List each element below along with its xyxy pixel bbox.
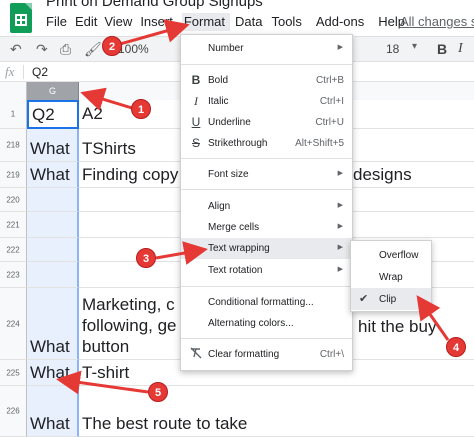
annotation-badge-1: 1: [131, 99, 151, 119]
menu-item-strikethrough[interactable]: S Strikethrough Alt+Shift+5: [181, 133, 352, 154]
submenu-item-clip[interactable]: ✔ Clip: [351, 288, 431, 310]
menu-item-alternating-colors[interactable]: Alternating colors...: [181, 313, 352, 334]
underline-icon: U: [191, 115, 201, 129]
menu-item-number[interactable]: Number ▶: [181, 38, 352, 59]
cell-overflow-text: designs: [353, 165, 412, 184]
menu-item-underline[interactable]: U Underline Ctrl+U: [181, 112, 352, 133]
annotation-badge-3: 3: [136, 248, 156, 268]
table-cell[interactable]: [27, 262, 79, 288]
row-header[interactable]: 218: [0, 129, 27, 162]
menu-view[interactable]: View: [104, 13, 140, 31]
row-header[interactable]: 225: [0, 360, 27, 386]
row-header[interactable]: 219: [0, 162, 27, 188]
title-bar: Print on Demand Group Signups File Edit …: [0, 0, 474, 36]
menu-divider: [181, 158, 352, 159]
print-icon[interactable]: ⎙: [60, 40, 71, 58]
menu-tools[interactable]: Tools: [271, 13, 315, 31]
table-cell[interactable]: [27, 188, 79, 212]
fx-icon: fx: [5, 64, 15, 79]
table-cell[interactable]: The best route to take: [79, 386, 474, 437]
menu-insert[interactable]: Insert: [140, 13, 182, 31]
annotation-badge-5: 5: [148, 382, 168, 402]
select-all-corner[interactable]: [0, 82, 27, 100]
menu-format[interactable]: Format: [181, 13, 230, 31]
check-icon: ✔: [359, 293, 369, 305]
font-size-select[interactable]: 18: [386, 42, 399, 56]
menu-bar: File Edit View Insert Format Data Tools …: [44, 13, 405, 31]
menu-divider: [181, 338, 352, 339]
font-size-caret-icon[interactable]: ▾: [412, 41, 417, 52]
menu-data[interactable]: Data: [230, 13, 271, 31]
redo-icon[interactable]: ↷: [36, 40, 48, 58]
menu-divider: [181, 189, 352, 190]
submenu-arrow-icon: ▶: [337, 266, 343, 273]
menu-item-text-wrapping[interactable]: Text wrapping ▶: [181, 238, 352, 259]
table-cell[interactable]: [27, 238, 79, 262]
annotation-badge-2: 2: [102, 36, 122, 56]
submenu-arrow-icon: ▶: [337, 223, 343, 230]
wrapped-cell-text: Marketing, c following, ge button: [82, 295, 177, 356]
table-cell[interactable]: What: [27, 386, 79, 437]
submenu-item-overflow[interactable]: Overflow: [351, 244, 431, 266]
table-cell[interactable]: [27, 212, 79, 238]
row-header[interactable]: 223: [0, 262, 27, 288]
cell-overflow-text: hit the buy: [358, 317, 437, 336]
italic-icon: I: [194, 94, 198, 108]
row-header[interactable]: 220: [0, 188, 27, 212]
table-cell[interactable]: What: [27, 360, 79, 386]
submenu-arrow-icon: ▶: [337, 170, 343, 177]
clear-formatting-icon: [189, 347, 203, 362]
paint-format-icon[interactable]: 🖌: [84, 40, 102, 58]
bold-icon: B: [191, 73, 201, 87]
selected-cell[interactable]: Q2: [27, 100, 79, 129]
row-header[interactable]: 1: [0, 100, 27, 129]
table-cell[interactable]: What: [27, 129, 79, 162]
menu-item-font-size[interactable]: Font size ▶: [181, 164, 352, 185]
zoom-select[interactable]: 100%: [118, 42, 149, 56]
annotation-badge-4: 4: [446, 337, 466, 357]
strikethrough-icon: S: [191, 136, 200, 150]
submenu-arrow-icon: ▶: [337, 244, 343, 251]
menu-divider: [181, 64, 352, 65]
italic-button[interactable]: I: [458, 41, 463, 57]
document-title[interactable]: Print on Demand Group Signups: [46, 0, 263, 10]
undo-icon[interactable]: ↶: [10, 40, 22, 58]
formula-divider: [23, 65, 24, 79]
menu-edit[interactable]: Edit: [75, 13, 104, 31]
menu-item-clear-formatting[interactable]: Clear formatting Ctrl+\: [181, 344, 352, 365]
sheets-logo-icon[interactable]: [10, 3, 32, 33]
text-wrapping-submenu: Overflow Wrap ✔ Clip: [350, 240, 432, 312]
format-menu: Number ▶ B Bold Ctrl+B I Italic Ctrl+I U…: [180, 34, 353, 371]
menu-item-bold[interactable]: B Bold Ctrl+B: [181, 70, 352, 91]
menu-item-text-rotation[interactable]: Text rotation ▶: [181, 260, 352, 281]
table-cell[interactable]: What: [27, 162, 79, 188]
menu-divider: [181, 286, 352, 287]
submenu-item-wrap[interactable]: Wrap: [351, 266, 431, 288]
column-header-g[interactable]: G: [27, 82, 79, 100]
row-header[interactable]: 226: [0, 386, 27, 437]
row-header[interactable]: 221: [0, 212, 27, 238]
menu-item-align[interactable]: Align ▶: [181, 196, 352, 217]
menu-item-italic[interactable]: I Italic Ctrl+I: [181, 91, 352, 112]
menu-file[interactable]: File: [44, 13, 75, 31]
submenu-arrow-icon: ▶: [337, 202, 343, 209]
table-cell[interactable]: What: [27, 288, 79, 360]
save-status-link[interactable]: All changes sa: [400, 14, 474, 29]
formula-input[interactable]: Q2: [32, 65, 48, 79]
menu-addons[interactable]: Add-ons: [316, 13, 378, 31]
row-header[interactable]: 224: [0, 288, 27, 360]
menu-item-conditional-formatting[interactable]: Conditional formatting...: [181, 292, 352, 313]
row-header[interactable]: 222: [0, 238, 27, 262]
bold-button[interactable]: B: [437, 41, 447, 57]
submenu-arrow-icon: ▶: [337, 44, 343, 51]
menu-item-merge-cells[interactable]: Merge cells ▶: [181, 217, 352, 238]
